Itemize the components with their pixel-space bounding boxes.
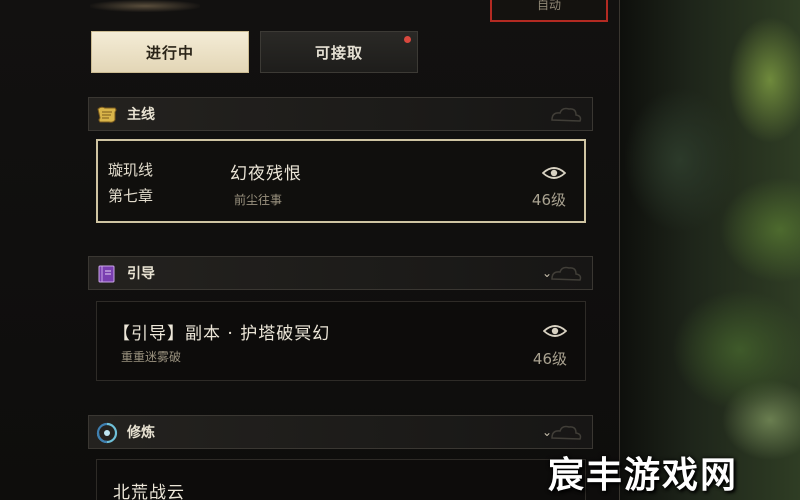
tab-available-label: 可接取 — [314, 44, 363, 62]
tab-available[interactable]: 可接取 — [260, 31, 418, 73]
quest-title: 北荒战云 — [113, 483, 185, 500]
background-scenery — [620, 0, 800, 500]
book-icon — [98, 265, 115, 283]
section-label-main: 主线 — [127, 107, 155, 123]
quest-title: 【引导】副本 · 护塔破冥幻 — [113, 324, 331, 344]
quest-card-guide[interactable]: 【引导】副本 · 护塔破冥幻 重重迷雾破 46级 — [96, 301, 586, 381]
quest-subtitle: 重重迷雾破 — [121, 350, 182, 364]
notification-dot — [404, 36, 411, 43]
eye-icon[interactable] — [543, 323, 567, 339]
eye-icon[interactable] — [542, 165, 566, 181]
quest-card-main[interactable]: 璇玑线 第七章 幻夜残恨 前尘往事 46级 — [96, 139, 586, 223]
section-label-guide: 引导 — [127, 266, 155, 282]
quest-level: 46级 — [531, 191, 566, 209]
quest-subtitle: 前尘往事 — [234, 193, 283, 207]
section-header-cultivation[interactable]: 修炼 ⌄ — [88, 415, 593, 449]
cloud-ornament-icon — [551, 107, 582, 122]
quest-chapter-line2: 第七章 — [108, 187, 154, 205]
scroll-icon — [97, 106, 117, 123]
quest-panel: 自动 进行中 可接取 主线 璇玑线 第七章 幻夜残恨 前尘往事 46级 引导 ⌄… — [0, 0, 620, 500]
quest-card-cultivation[interactable]: 北荒战云 — [96, 459, 586, 500]
quest-level: 46级 — [532, 350, 567, 368]
section-header-main[interactable]: 主线 — [88, 97, 593, 131]
quest-title: 幻夜残恨 — [230, 164, 302, 184]
tab-in-progress[interactable]: 进行中 — [91, 31, 249, 73]
swirl-icon — [96, 422, 118, 444]
watermark-text: 宸丰游戏网 — [548, 455, 739, 496]
section-header-guide[interactable]: 引导 ⌄ — [88, 256, 593, 290]
section-label-cultivation: 修炼 — [127, 425, 155, 441]
top-ornament — [90, 0, 200, 12]
cloud-ornament-icon — [551, 266, 582, 281]
quest-chapter: 璇玑线 第七章 — [108, 157, 153, 209]
cloud-ornament-icon — [551, 425, 582, 440]
quest-chapter-line1: 璇玑线 — [108, 161, 154, 179]
auto-button[interactable]: 自动 — [490, 0, 608, 22]
